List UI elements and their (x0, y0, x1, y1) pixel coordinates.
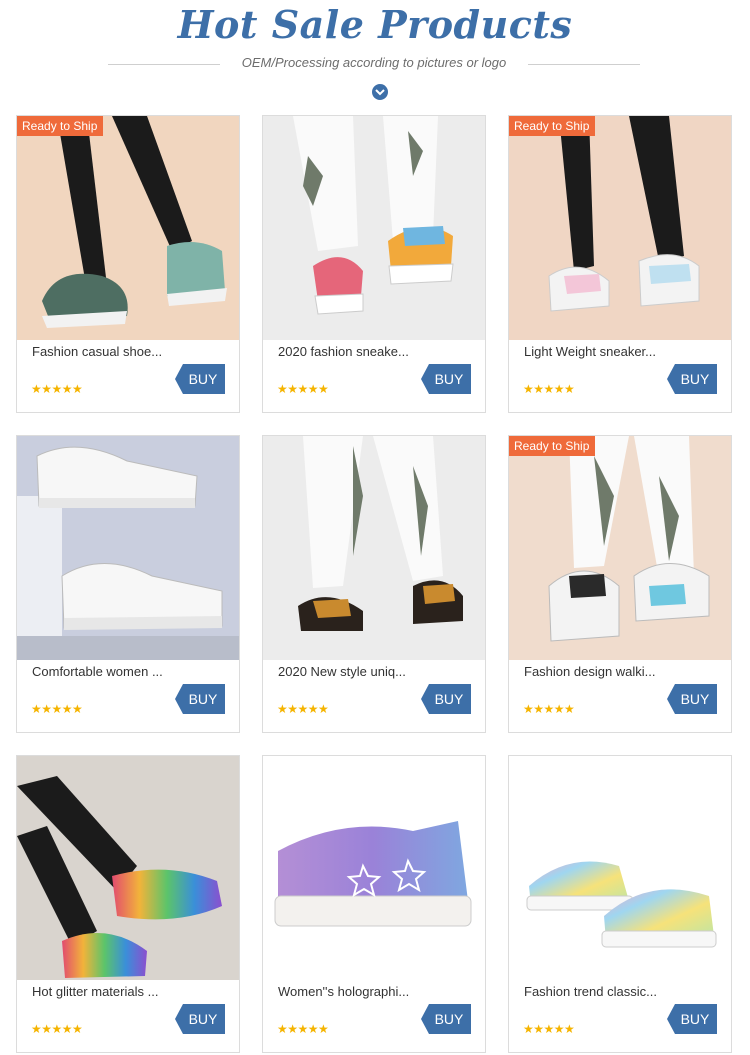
product-card[interactable]: Ready to Ship Fashion design walki... BU… (508, 435, 732, 733)
rating-stars: ★★★★★ (31, 702, 83, 716)
product-name[interactable]: 2020 New style uniq... (278, 664, 438, 679)
buy-button[interactable]: BUY (667, 684, 717, 714)
product-card[interactable]: Ready to Ship Light Weight sneaker... BU… (508, 115, 732, 413)
product-name[interactable]: Light Weight sneaker... (524, 344, 684, 359)
divider-right (528, 64, 640, 65)
product-name[interactable]: Fashion design walki... (524, 664, 684, 679)
buy-button[interactable]: BUY (421, 1004, 471, 1034)
buy-button[interactable]: BUY (175, 364, 225, 394)
product-card[interactable]: Fashion trend classic... BUY ★★★★★ (508, 755, 732, 1053)
chevron-down-icon[interactable] (372, 84, 388, 100)
product-name[interactable]: Women''s holographi... (278, 984, 438, 999)
product-card[interactable]: Women''s holographi... BUY ★★★★★ (262, 755, 486, 1053)
rating-stars: ★★★★★ (523, 702, 575, 716)
section-subtitle: OEM/Processing according to pictures or … (241, 55, 507, 70)
rating-stars: ★★★★★ (31, 1022, 83, 1036)
product-card[interactable]: Hot glitter materials ... BUY ★★★★★ (16, 755, 240, 1053)
product-image[interactable] (263, 436, 485, 660)
product-name[interactable]: Fashion trend classic... (524, 984, 684, 999)
product-card[interactable]: 2020 New style uniq... BUY ★★★★★ (262, 435, 486, 733)
product-name[interactable]: 2020 fashion sneake... (278, 344, 438, 359)
rating-stars: ★★★★★ (31, 382, 83, 396)
product-image[interactable] (263, 756, 485, 980)
product-card[interactable]: Comfortable women ... BUY ★★★★★ (16, 435, 240, 733)
subtitle-row: OEM/Processing according to pictures or … (108, 52, 640, 74)
product-image[interactable] (17, 756, 239, 980)
buy-button[interactable]: BUY (175, 1004, 225, 1034)
product-image[interactable] (263, 116, 485, 340)
buy-button[interactable]: BUY (421, 364, 471, 394)
buy-button[interactable]: BUY (667, 364, 717, 394)
product-name[interactable]: Comfortable women ... (32, 664, 192, 679)
ready-to-ship-badge: Ready to Ship (17, 116, 104, 136)
rating-stars: ★★★★★ (523, 382, 575, 396)
rating-stars: ★★★★★ (277, 702, 329, 716)
section-title: Hot Sale Products (177, 2, 573, 47)
product-image[interactable] (17, 436, 239, 660)
ready-to-ship-badge: Ready to Ship (509, 436, 596, 456)
rating-stars: ★★★★★ (277, 382, 329, 396)
rating-stars: ★★★★★ (523, 1022, 575, 1036)
product-image[interactable]: Ready to Ship (509, 116, 731, 340)
product-name[interactable]: Hot glitter materials ... (32, 984, 192, 999)
product-card[interactable]: Ready to Ship Fashion casual shoe... BUY… (16, 115, 240, 413)
rating-stars: ★★★★★ (277, 1022, 329, 1036)
buy-button[interactable]: BUY (667, 1004, 717, 1034)
buy-button[interactable]: BUY (421, 684, 471, 714)
buy-button[interactable]: BUY (175, 684, 225, 714)
product-image[interactable] (509, 756, 731, 980)
product-card[interactable]: 2020 fashion sneake... BUY ★★★★★ (262, 115, 486, 413)
product-image[interactable]: Ready to Ship (509, 436, 731, 660)
product-image[interactable]: Ready to Ship (17, 116, 239, 340)
product-name[interactable]: Fashion casual shoe... (32, 344, 192, 359)
ready-to-ship-badge: Ready to Ship (509, 116, 596, 136)
